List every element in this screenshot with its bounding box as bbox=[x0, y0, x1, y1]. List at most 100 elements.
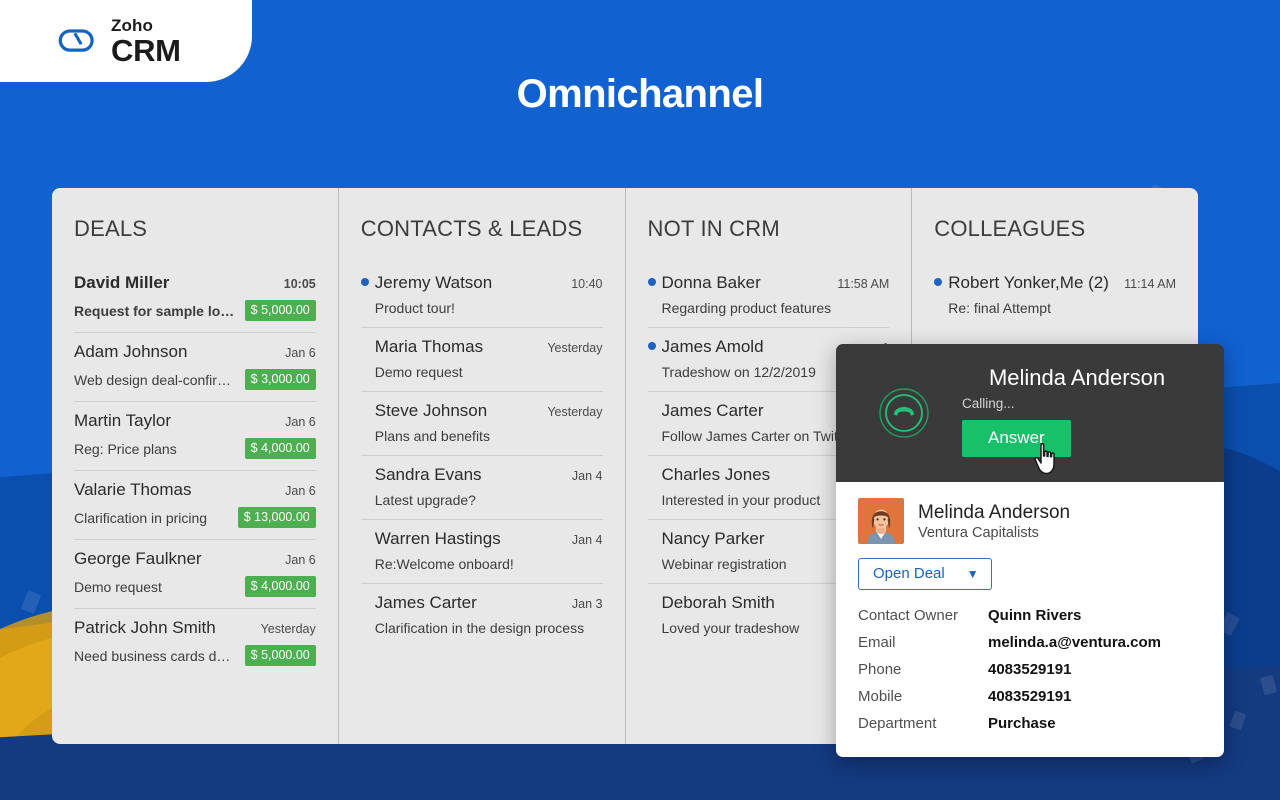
field-value: melinda.a@ventura.com bbox=[988, 634, 1162, 651]
item-name: Sandra Evans bbox=[374, 465, 482, 484]
item-subject: Re: final Attempt bbox=[948, 300, 1051, 316]
item-name: Donna Baker bbox=[661, 273, 761, 292]
item-subject: Reg: Price plans bbox=[74, 440, 177, 457]
item-subject: Demo request bbox=[74, 578, 162, 595]
field-label: Mobile bbox=[858, 688, 903, 705]
item-subject: Clarification in the design process bbox=[374, 620, 585, 636]
answer-call-button[interactable]: Answer bbox=[962, 420, 1071, 457]
list-item[interactable]: Warren Hastings Jan 4 Re:Welcome onboard! bbox=[360, 520, 603, 584]
list-item[interactable]: Donna Baker 11:58 AM Regarding product fe… bbox=[647, 264, 890, 328]
deal-amount-badge: $ 5,000.00 bbox=[244, 645, 316, 666]
list-item[interactable]: George Faulkner Jan 6 Demo request $ 4,000… bbox=[74, 540, 316, 609]
contact-name: Melinda Anderson bbox=[918, 502, 1071, 524]
item-name: Robert Yonker,Me (2) bbox=[948, 273, 1109, 292]
field-value: Purchase bbox=[988, 715, 1056, 732]
open-deal-dropdown-button[interactable]: Open Deal ▼ bbox=[858, 558, 992, 590]
list-item[interactable]: David Miller 10:05 Request for sample log… bbox=[74, 264, 316, 333]
screenshot-root: Zoho CRM Omnichannel DEALS David Miller 1… bbox=[0, 0, 1280, 800]
item-time: Yesterday bbox=[547, 405, 603, 419]
item-time: Jan 4 bbox=[571, 533, 603, 547]
field-row: Mobile 4083529191 bbox=[858, 683, 1202, 710]
brand-logo-panel: Zoho CRM bbox=[0, 0, 252, 82]
incoming-call-popup: Melinda Anderson Calling... Answer Melin… bbox=[836, 344, 1224, 757]
unread-dot-icon bbox=[647, 278, 656, 286]
item-name: James Carter bbox=[374, 593, 477, 612]
contact-header: Melinda Anderson Ventura Capitalists bbox=[858, 498, 1202, 544]
item-time: Jan 6 bbox=[285, 415, 316, 429]
item-time: Jan 6 bbox=[285, 346, 316, 360]
list-item[interactable]: Sandra Evans Jan 4 Latest upgrade? bbox=[360, 456, 603, 520]
item-time: Jan 3 bbox=[571, 597, 603, 611]
open-deal-label: Open Deal bbox=[873, 565, 945, 582]
item-name: Warren Hastings bbox=[374, 529, 501, 548]
contact-fields: Contact Owner Quinn Rivers Email melinda… bbox=[858, 602, 1202, 737]
item-name: Patrick John Smith bbox=[74, 618, 216, 637]
call-popup-header: Melinda Anderson Calling... Answer bbox=[836, 344, 1224, 482]
item-name: Jeremy Watson bbox=[374, 273, 493, 292]
brand-crm-label: CRM bbox=[111, 32, 181, 68]
column-title-colleagues: COLLEAGUES bbox=[934, 216, 1086, 241]
item-time: Jan 6 bbox=[285, 484, 316, 498]
item-subject: Clarification in pricing bbox=[74, 509, 208, 526]
column-contacts-leads: CONTACTS & LEADS Jeremy Watson 10:40 Prod… bbox=[339, 188, 626, 744]
list-contacts-leads: Jeremy Watson 10:40 Product tour! Maria T… bbox=[360, 264, 603, 647]
field-label: Contact Owner bbox=[858, 607, 959, 624]
field-label: Phone bbox=[858, 661, 902, 678]
call-popup-contact-card: Melinda Anderson Ventura Capitalists Ope… bbox=[836, 482, 1224, 757]
list-item[interactable]: Martin Taylor Jan 6 Reg: Price plans $ 4,0… bbox=[74, 402, 316, 471]
unread-dot-icon bbox=[934, 278, 943, 286]
column-title-deals: DEALS bbox=[74, 216, 148, 241]
field-value: 4083529191 bbox=[988, 661, 1072, 678]
column-title-contacts-leads: CONTACTS & LEADS bbox=[360, 216, 583, 241]
brand-logo-text: Zoho CRM bbox=[111, 17, 181, 66]
field-row: Department Purchase bbox=[858, 710, 1202, 737]
contact-organization: Ventura Capitalists bbox=[918, 524, 1039, 541]
item-subject: Regarding product features bbox=[661, 300, 832, 316]
field-row: Contact Owner Quinn Rivers bbox=[858, 602, 1202, 629]
item-subject: Product tour! bbox=[374, 300, 455, 316]
deal-amount-badge: $ 4,000.00 bbox=[244, 438, 316, 459]
list-colleagues: Robert Yonker,Me (2) 11:14 AM Re: final A… bbox=[934, 264, 1176, 327]
item-subject: Latest upgrade? bbox=[374, 492, 476, 508]
contact-identity: Melinda Anderson Ventura Capitalists bbox=[918, 501, 1070, 541]
list-deals: David Miller 10:05 Request for sample log… bbox=[74, 264, 316, 677]
item-name: Adam Johnson bbox=[74, 342, 188, 361]
item-name: Valarie Thomas bbox=[74, 480, 192, 499]
field-value: Quinn Rivers bbox=[988, 607, 1082, 624]
item-name: David Miller bbox=[74, 273, 170, 292]
list-item[interactable]: James Carter Jan 3 Clarification in the d… bbox=[361, 584, 603, 647]
item-time: Jan 4 bbox=[571, 469, 603, 483]
field-label: Department bbox=[858, 715, 937, 732]
list-item[interactable]: Jeremy Watson 10:40 Product tour! bbox=[360, 264, 603, 328]
list-item[interactable]: Adam Johnson Jan 6 Web design deal-confir… bbox=[74, 333, 316, 402]
deal-amount-badge: $ 5,000.00 bbox=[244, 300, 316, 321]
brand-zoho-label: Zoho bbox=[111, 15, 153, 35]
item-name: George Faulkner bbox=[74, 549, 202, 568]
column-title-not-in-crm: NOT IN CRM bbox=[647, 216, 780, 241]
field-row: Email melinda.a@ventura.com bbox=[858, 629, 1202, 656]
call-status-text: Calling... bbox=[962, 396, 1015, 411]
item-name: Martin Taylor bbox=[74, 411, 171, 430]
item-subject: Request for sample logo... bbox=[74, 302, 237, 319]
item-subject: Need business cards des... bbox=[74, 647, 237, 664]
list-item[interactable]: Maria Thomas Yesterday Demo request bbox=[360, 328, 603, 392]
item-name: Steve Johnson bbox=[374, 401, 488, 420]
item-time: 10:40 bbox=[571, 277, 603, 291]
field-label: Email bbox=[858, 634, 896, 651]
call-popup-header-body: Melinda Anderson Calling... Answer bbox=[950, 365, 1204, 461]
deal-amount-badge: $ 13,000.00 bbox=[237, 507, 316, 528]
field-row: Phone 4083529191 bbox=[858, 656, 1202, 683]
chevron-down-icon: ▼ bbox=[966, 566, 979, 581]
phone-call-icon bbox=[878, 387, 930, 439]
list-item[interactable]: Patrick John Smith Yesterday Need busines… bbox=[74, 609, 316, 677]
deal-amount-badge: $ 3,000.00 bbox=[244, 369, 316, 390]
list-item[interactable]: Valarie Thomas Jan 6 Clarification in pri… bbox=[74, 471, 316, 540]
list-item[interactable]: Steve Johnson Yesterday Plans and benefit… bbox=[360, 392, 603, 456]
unread-dot-icon bbox=[360, 278, 369, 286]
item-time: Jan 6 bbox=[285, 553, 316, 567]
item-subject: Web design deal-confirm... bbox=[74, 371, 237, 388]
list-item[interactable]: Robert Yonker,Me (2) 11:14 AM Re: final A… bbox=[934, 264, 1176, 327]
item-time: 11:58 AM bbox=[837, 277, 890, 291]
zoho-logo-icon bbox=[56, 21, 100, 61]
item-name: Maria Thomas bbox=[374, 337, 484, 356]
